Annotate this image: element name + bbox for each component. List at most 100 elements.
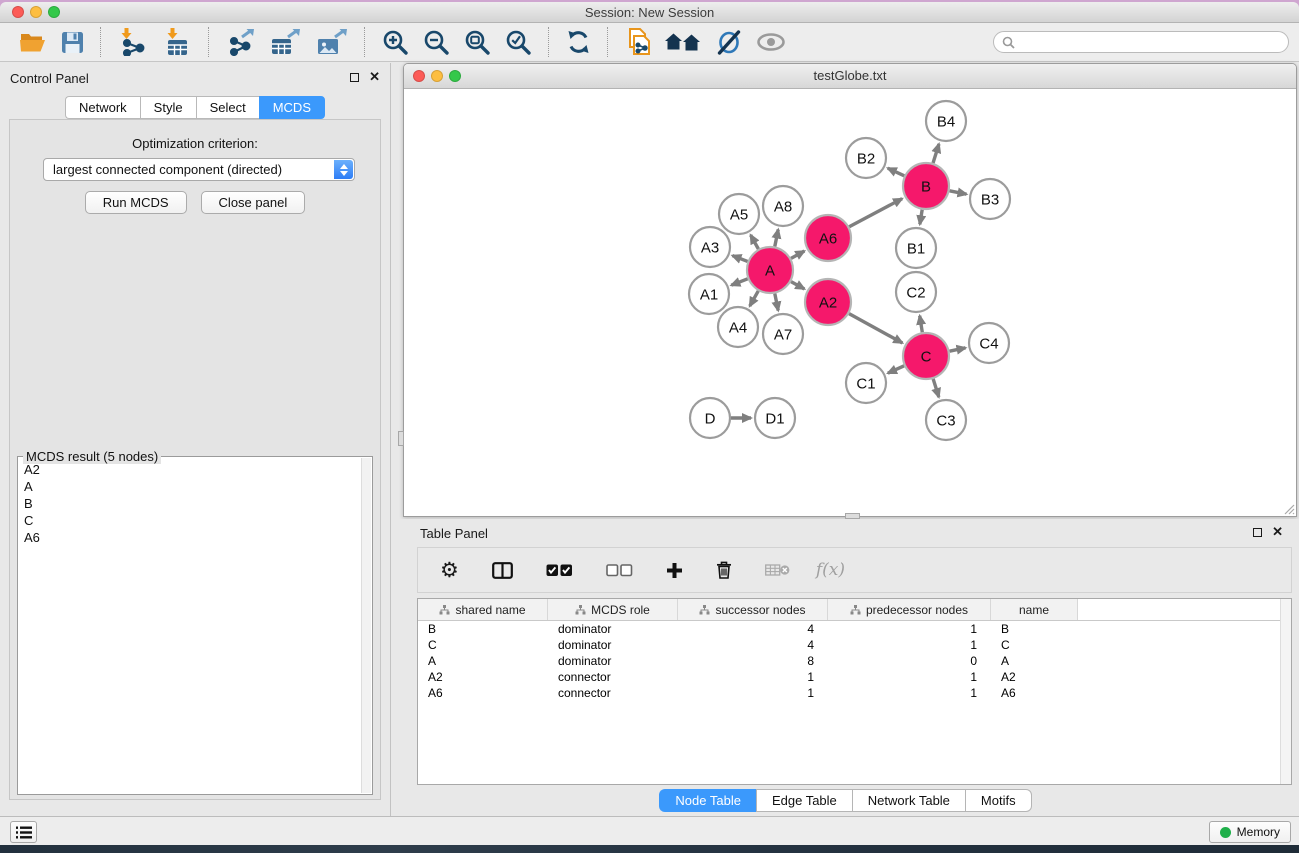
mcds-result-item[interactable]: A [19, 478, 361, 495]
column-header-successor-nodes[interactable]: successor nodes [678, 599, 828, 620]
graph-edge-A-A4[interactable] [750, 291, 759, 306]
close-panel-icon[interactable]: ✕ [369, 72, 380, 82]
column-header-shared-name[interactable]: shared name [418, 599, 548, 620]
graph-edge-A-A1[interactable] [731, 279, 747, 285]
table-cell[interactable]: dominator [548, 638, 678, 652]
table-cell[interactable]: dominator [548, 622, 678, 636]
graph-edge-B-B3[interactable] [950, 191, 967, 194]
mcds-result-item[interactable]: A6 [19, 529, 361, 546]
table-cell[interactable]: C [991, 638, 1078, 652]
table-cell[interactable]: 8 [678, 654, 828, 668]
table-cell[interactable]: 1 [678, 670, 828, 684]
tab-motifs[interactable]: Motifs [965, 789, 1032, 812]
node-table[interactable]: shared nameMCDS rolesuccessor nodesprede… [417, 598, 1292, 785]
open-session-icon[interactable] [19, 30, 47, 54]
mcds-result-item[interactable]: B [19, 495, 361, 512]
zoom-selected-icon[interactable] [505, 29, 532, 56]
graph-edge-B-B2[interactable] [888, 168, 905, 176]
task-history-button[interactable] [10, 821, 37, 843]
table-cell[interactable]: 0 [828, 654, 991, 668]
table-cell[interactable]: 1 [828, 686, 991, 700]
graph-edge-B-B4[interactable] [933, 144, 939, 163]
memory-button[interactable]: Memory [1209, 821, 1291, 843]
table-row[interactable]: Bdominator41B [418, 621, 1291, 637]
column-header-predecessor-nodes[interactable]: predecessor nodes [828, 599, 991, 620]
graph-edge-A-A3[interactable] [732, 256, 747, 262]
import-table-icon[interactable] [162, 28, 192, 56]
graph-edge-A2-C[interactable] [849, 314, 902, 343]
table-cell[interactable]: B [418, 622, 548, 636]
delete-table-icon[interactable] [765, 563, 790, 577]
mcds-result-scrollbar[interactable] [361, 458, 371, 793]
network-canvas[interactable]: B4B2BB3A8A5A6A3B1AC2A1A2A4A7C4CC1C3DD1 [404, 89, 1296, 516]
table-cell[interactable]: A6 [418, 686, 548, 700]
table-cell[interactable]: A [991, 654, 1078, 668]
import-network-icon[interactable] [118, 28, 148, 56]
table-row[interactable]: Cdominator41C [418, 637, 1291, 653]
run-mcds-button[interactable]: Run MCDS [85, 191, 187, 214]
tab-network[interactable]: Network [65, 96, 140, 119]
criterion-select[interactable]: largest connected component (directed) [43, 158, 355, 181]
export-image-icon[interactable] [316, 28, 348, 56]
delete-columns-icon[interactable] [716, 561, 732, 579]
table-cell[interactable]: connector [548, 670, 678, 684]
search-box[interactable] [993, 31, 1289, 53]
table-cell[interactable]: 1 [828, 670, 991, 684]
table-row[interactable]: A6connector11A6 [418, 685, 1291, 701]
table-row[interactable]: A2connector11A2 [418, 669, 1291, 685]
table-row[interactable]: Adominator80A [418, 653, 1291, 669]
toggle-graphics-details-icon[interactable] [715, 30, 742, 55]
table-cell[interactable]: connector [548, 686, 678, 700]
export-table-icon[interactable] [270, 28, 302, 56]
splitter-handle-horizontal[interactable] [845, 513, 860, 519]
table-cell[interactable]: A2 [418, 670, 548, 684]
table-cell[interactable]: 1 [828, 622, 991, 636]
graph-edge-A-A6[interactable] [791, 251, 804, 258]
table-settings-icon[interactable]: ⚙ [440, 560, 459, 581]
graph-edge-C-C1[interactable] [888, 366, 904, 373]
column-header-mcds-role[interactable]: MCDS role [548, 599, 678, 620]
tab-edge-table[interactable]: Edge Table [756, 789, 852, 812]
graph-edge-A-A8[interactable] [775, 230, 778, 247]
graph-edge-C-C4[interactable] [950, 348, 966, 351]
tab-network-table[interactable]: Network Table [852, 789, 965, 812]
zoom-in-icon[interactable] [382, 29, 409, 56]
column-header-name[interactable]: name [991, 599, 1078, 620]
mcds-result-item[interactable]: A2 [19, 461, 361, 478]
table-cell[interactable]: 4 [678, 622, 828, 636]
save-session-icon[interactable] [61, 31, 84, 54]
home-first-neighbors-icon[interactable] [665, 31, 701, 53]
tab-mcds[interactable]: MCDS [259, 96, 325, 119]
add-column-icon[interactable] [666, 562, 683, 579]
close-table-panel-icon[interactable]: ✕ [1272, 527, 1283, 537]
close-panel-button[interactable]: Close panel [201, 191, 306, 214]
tab-style[interactable]: Style [140, 96, 196, 119]
table-cell[interactable]: A2 [991, 670, 1078, 684]
tab-node-table[interactable]: Node Table [659, 789, 756, 812]
network-window-titlebar[interactable]: testGlobe.txt [404, 64, 1296, 89]
resize-grip-icon[interactable] [1282, 502, 1295, 515]
graph-edge-C-C3[interactable] [933, 379, 939, 397]
table-cell[interactable]: A [418, 654, 548, 668]
float-table-panel-icon[interactable] [1253, 528, 1262, 537]
export-network-icon[interactable] [226, 28, 256, 56]
graph-edge-A-A2[interactable] [791, 282, 804, 289]
table-cell[interactable]: B [991, 622, 1078, 636]
select-all-columns-icon[interactable] [546, 564, 573, 577]
tab-select[interactable]: Select [196, 96, 259, 119]
table-cell[interactable]: 1 [828, 638, 991, 652]
zoom-fit-icon[interactable] [464, 29, 491, 56]
table-cell[interactable]: 4 [678, 638, 828, 652]
mcds-result-item[interactable]: C [19, 512, 361, 529]
graph-edge-A-A5[interactable] [751, 235, 759, 249]
mcds-result-list[interactable]: A2ABCA6 [19, 461, 361, 793]
table-cell[interactable]: A6 [991, 686, 1078, 700]
duplicate-network-icon[interactable] [625, 28, 651, 56]
refresh-layout-icon[interactable] [566, 29, 591, 55]
table-cell[interactable]: dominator [548, 654, 678, 668]
graph-edge-C-C2[interactable] [920, 316, 923, 333]
graph-edge-A-A7[interactable] [775, 294, 778, 311]
search-input[interactable] [1020, 34, 1288, 50]
network-graph-svg[interactable]: B4B2BB3A8A5A6A3B1AC2A1A2A4A7C4CC1C3DD1 [404, 89, 1296, 516]
deselect-all-columns-icon[interactable] [606, 564, 633, 577]
